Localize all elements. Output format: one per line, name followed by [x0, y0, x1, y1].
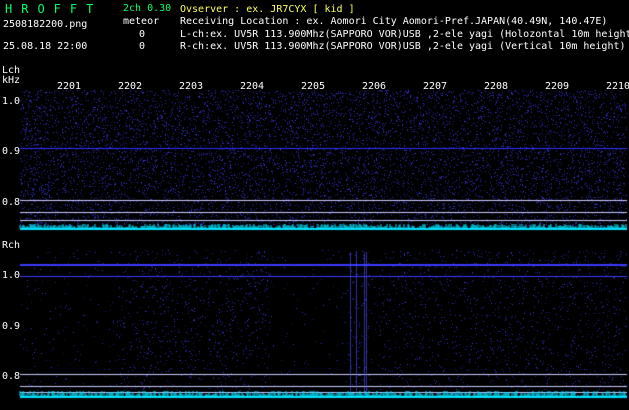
time-tick-label: 2205	[301, 81, 326, 92]
time-tick-label: 2207	[423, 81, 448, 92]
meteor-count-lch: 0	[139, 29, 146, 40]
rch-receiver-info: R-ch:ex. UV5R 113.900Mhz(SAPPORO VOR)USB…	[180, 41, 626, 52]
location-info: Receiving Location : ex. Aomori City Aom…	[180, 16, 608, 27]
lch-freq-label: 1.0	[2, 96, 21, 107]
version-label: 2ch 0.30	[123, 3, 172, 14]
khz-axis-label: kHz	[2, 75, 21, 86]
time-tick-label: 2203	[179, 81, 204, 92]
time-tick-label: 2209	[545, 81, 570, 92]
time-tick-label: 2206	[362, 81, 387, 92]
time-tick-label: 2208	[484, 81, 509, 92]
rch-freq-label: 0.8	[2, 371, 21, 382]
meteor-count-rch: 0	[139, 41, 146, 52]
rch-axis-label: Rch	[2, 240, 21, 251]
time-tick-label: 2204	[240, 81, 265, 92]
meteor-count-label: meteor	[123, 16, 160, 27]
lch-freq-label: 0.9	[2, 146, 21, 157]
hrofft-logo: HROFFT	[5, 2, 103, 16]
lch-receiver-info: L-ch:ex. UV5R 113.900Mhz(SAPPORO VOR)USB…	[180, 29, 629, 40]
filename-label: 2508182200.png	[3, 19, 88, 30]
time-tick-label: 2201	[57, 81, 82, 92]
time-tick-label: 2202	[118, 81, 143, 92]
rch-freq-label: 1.0	[2, 270, 21, 281]
time-tick-label: 2210	[606, 81, 629, 92]
rch-freq-label: 0.9	[2, 321, 21, 332]
observer-info: Ovserver : ex. JR7CYX [ kid ]	[180, 4, 355, 15]
lch-freq-label: 0.8	[2, 197, 21, 208]
datetime-label: 25.08.18 22:00	[3, 41, 88, 52]
spectrogram-canvas	[0, 0, 629, 410]
